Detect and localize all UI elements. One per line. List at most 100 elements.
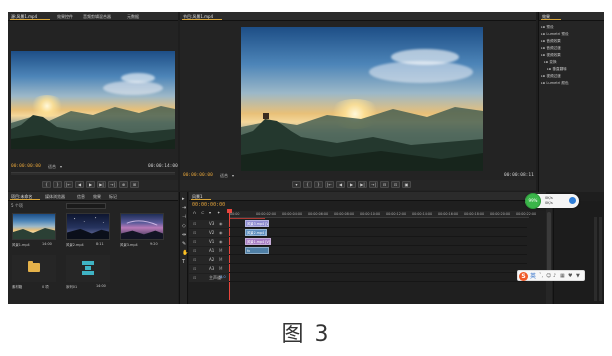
- tab-project[interactable]: 项目:未命名: [10, 193, 40, 200]
- emoji-icon[interactable]: ☺: [546, 272, 551, 281]
- project-thumb-1[interactable]: [12, 213, 56, 240]
- tab-effects[interactable]: 效果: [541, 13, 561, 20]
- effects-list-item[interactable]: ▸▪ 音频过渡: [541, 45, 561, 52]
- src-transport-button-4[interactable]: ▶: [86, 181, 95, 188]
- tab-info[interactable]: 信息: [76, 193, 88, 200]
- tab-effect-controls[interactable]: 效果控件: [56, 13, 78, 20]
- lock-icon[interactable]: ⊡: [193, 275, 196, 281]
- wrench-icon[interactable]: ✦: [217, 210, 220, 215]
- project-thumb-3[interactable]: [120, 213, 164, 240]
- eye-icon[interactable]: ◉: [219, 230, 223, 236]
- project-sequence-tile[interactable]: [66, 255, 110, 282]
- toolbox-icon[interactable]: ▼: [576, 272, 580, 281]
- prg-transport-button-4[interactable]: ◀: [336, 181, 345, 188]
- timeline-track[interactable]: ⊡ A2 M: [189, 256, 527, 264]
- src-transport-button-8[interactable]: ⊞: [130, 181, 139, 188]
- timeline-track[interactable]: ⊡ A1 M: [189, 247, 527, 255]
- prg-transport-button-3[interactable]: |←: [325, 181, 334, 188]
- lock-icon[interactable]: ⊡: [193, 266, 196, 272]
- effects-list-item[interactable]: ▸▪ 视频效果: [541, 52, 561, 59]
- prg-transport-button-2[interactable]: }: [314, 181, 323, 188]
- prg-transport-button-6[interactable]: ▶|: [358, 181, 367, 188]
- tab-effects-2[interactable]: 效果: [92, 193, 104, 200]
- timeline-track[interactable]: ⊡ A3 M: [189, 265, 527, 273]
- lock-icon[interactable]: ⊡: [193, 257, 196, 263]
- source-timecode-in[interactable]: 00:00:00:00: [11, 164, 41, 169]
- source-fit-chevron-icon[interactable]: ▾: [60, 164, 62, 169]
- timeline-track[interactable]: ⊡ V3 ◉: [189, 220, 527, 228]
- project-search-input[interactable]: [66, 203, 106, 209]
- effects-list-item[interactable]: ▸▪ 音频效果: [541, 38, 561, 45]
- src-transport-button-3[interactable]: ◀: [75, 181, 84, 188]
- prg-transport-button-8[interactable]: ⊟: [380, 181, 389, 188]
- effects-list-item[interactable]: ▸▪ 预设: [541, 24, 554, 31]
- eye-icon[interactable]: ◉: [219, 239, 223, 245]
- program-timecode-in[interactable]: 00:00:00:00: [183, 173, 213, 178]
- source-fit-select[interactable]: 适合: [48, 164, 56, 170]
- prg-transport-button-0[interactable]: ▾: [292, 181, 301, 188]
- lock-icon[interactable]: ⊡: [193, 248, 196, 254]
- timeline-track[interactable]: ⊡ V1 ◉: [189, 238, 527, 246]
- effects-list-item[interactable]: ▸▪ 视频过渡: [541, 73, 561, 80]
- src-transport-button-0[interactable]: {: [42, 181, 51, 188]
- add-marker-icon[interactable]: ▾: [209, 210, 211, 215]
- tab-markers[interactable]: 标记: [108, 193, 120, 200]
- prg-transport-button-5[interactable]: ▶: [347, 181, 356, 188]
- lock-icon[interactable]: ⊡: [193, 239, 196, 245]
- selection-tool-icon[interactable]: ▸: [182, 196, 185, 202]
- source-timebar[interactable]: [11, 172, 175, 175]
- tab-audio-clip-mixer[interactable]: 音频剪辑混合器: [82, 13, 120, 20]
- tab-source[interactable]: 源:风景1.mp4: [10, 13, 50, 20]
- network-speed-widget[interactable]: 99% 0K/s 0K/s: [525, 193, 579, 209]
- effects-list-item[interactable]: ▸▪ Lumetri 预设: [541, 31, 569, 38]
- skin-icon[interactable]: ♥: [568, 272, 572, 281]
- effects-list-item[interactable]: ▸▪ 垂直翻转: [547, 66, 567, 73]
- mute-icon[interactable]: M: [219, 248, 222, 254]
- timeline-track[interactable]: ⊡ 主声道 M: [189, 274, 527, 282]
- type-tool-icon[interactable]: T: [182, 259, 185, 265]
- keyboard-icon[interactable]: ▦: [560, 272, 565, 281]
- lock-icon[interactable]: ⊡: [193, 230, 196, 236]
- src-transport-button-7[interactable]: ⊕: [119, 181, 128, 188]
- mute-icon[interactable]: M: [219, 257, 222, 263]
- mute-icon[interactable]: M: [219, 266, 222, 272]
- src-transport-button-5[interactable]: ▶|: [97, 181, 106, 188]
- work-area-bar[interactable]: [229, 218, 265, 219]
- track-select-tool-icon[interactable]: ⇥: [182, 205, 186, 211]
- snap-icon[interactable]: ∩: [193, 210, 196, 215]
- sogou-logo-icon[interactable]: S: [519, 272, 528, 281]
- lock-icon[interactable]: ⊡: [193, 221, 196, 227]
- ripple-edit-tool-icon[interactable]: ⊣: [182, 214, 186, 220]
- timeline-clip-a1[interactable]: fx: [245, 247, 269, 254]
- project-bin-tile[interactable]: [12, 255, 56, 282]
- microphone-icon[interactable]: ♪: [553, 272, 556, 281]
- ime-toolbar[interactable]: S 英 ˇ, ☺ ♪ ▦ ♥ ▼: [517, 270, 585, 281]
- hand-tool-icon[interactable]: ✋: [182, 250, 188, 256]
- project-thumb-2[interactable]: [66, 213, 110, 240]
- tab-metadata[interactable]: 元数据: [126, 13, 146, 20]
- tab-timeline[interactable]: 风景1: [191, 193, 211, 200]
- prg-transport-button-7[interactable]: →|: [369, 181, 378, 188]
- src-transport-button-1[interactable]: }: [53, 181, 62, 188]
- linked-selection-icon[interactable]: ⊂: [201, 210, 204, 215]
- effects-list-item[interactable]: ▸▪ Lumetri 颜色: [541, 80, 569, 87]
- slip-tool-icon[interactable]: ⇹: [182, 232, 186, 238]
- timeline-clip-v1[interactable]: 风景1.mp4 [V]: [245, 238, 271, 245]
- pen-tool-icon[interactable]: ✎: [182, 241, 186, 247]
- ime-lang-toggle[interactable]: 英: [530, 272, 536, 281]
- timeline-clip-v3[interactable]: 风景3.mp4 [V]: [245, 220, 269, 227]
- prg-transport-button-1[interactable]: {: [303, 181, 312, 188]
- prg-transport-button-10[interactable]: ▣: [402, 181, 411, 188]
- razor-tool-icon[interactable]: ◇: [182, 223, 186, 229]
- tab-program[interactable]: 节目:风景1.mp4: [182, 13, 222, 20]
- effects-list-item[interactable]: ▸▪ 变换: [544, 59, 557, 66]
- src-transport-button-2[interactable]: |←: [64, 181, 73, 188]
- tab-media-browser[interactable]: 媒体浏览器: [44, 193, 72, 200]
- ime-punct-icon[interactable]: ˇ,: [539, 272, 543, 281]
- timeline-clip-v2[interactable]: 风景2.mp4 [V]: [245, 229, 267, 236]
- program-fit-chevron-icon[interactable]: ▾: [232, 173, 234, 178]
- prg-transport-button-9[interactable]: ⊡: [391, 181, 400, 188]
- timeline-track[interactable]: ⊡ V2 ◉: [189, 229, 527, 237]
- timeline-scroll-thumb[interactable]: [547, 212, 551, 272]
- eye-icon[interactable]: ◉: [219, 221, 223, 227]
